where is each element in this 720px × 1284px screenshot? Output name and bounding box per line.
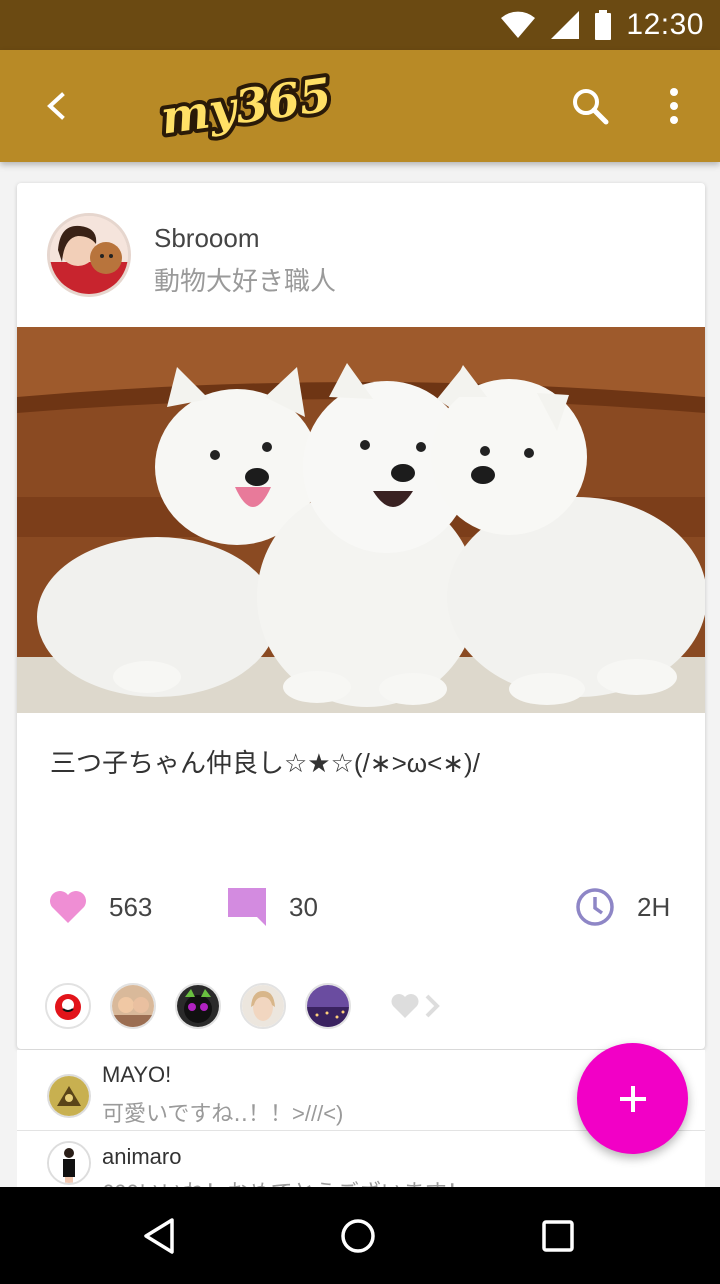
post-card: Sbrooom 動物大好き職人 三つ子ちゃん仲良し☆★☆(/∗>ω<∗)/ 56… (17, 183, 705, 1049)
more-options-button[interactable] (648, 78, 700, 134)
comment-text: 600いいね！おめでとうございます！ (102, 1175, 469, 1187)
nav-recents-icon (542, 1220, 574, 1252)
like-count: 563 (109, 891, 153, 922)
app-bar: my365 (0, 50, 720, 162)
nav-back-icon (144, 1218, 174, 1254)
liker-avatar[interactable] (175, 983, 221, 1029)
status-time: 12:30 (626, 8, 704, 41)
status-bar: 12:30 (0, 0, 720, 50)
author-title: 動物大好き職人 (154, 266, 337, 296)
battery-icon (595, 10, 612, 40)
likers-row (45, 983, 440, 1029)
liker-avatar[interactable] (45, 983, 91, 1029)
nav-home-icon (341, 1219, 375, 1253)
comment-author[interactable]: MAYO! (102, 1062, 171, 1088)
svg-text:my365: my365 (157, 67, 334, 144)
post-caption: 三つ子ちゃん仲良し☆★☆(/∗>ω<∗)/ (50, 748, 480, 778)
comment-icon (228, 888, 266, 926)
comment-author[interactable]: animaro (102, 1144, 181, 1170)
wifi-icon (501, 11, 536, 38)
author-avatar[interactable] (47, 213, 131, 297)
add-post-button[interactable] (577, 1043, 688, 1154)
liker-avatar[interactable] (240, 983, 286, 1029)
nav-home-button[interactable] (333, 1211, 383, 1261)
search-button[interactable] (562, 78, 618, 134)
chevron-right-icon (425, 994, 440, 1018)
more-likers-button[interactable] (390, 993, 440, 1019)
like-button[interactable]: 563 (49, 883, 152, 931)
back-button[interactable] (28, 76, 84, 136)
plus-icon (619, 1085, 646, 1112)
post-time: 2H (575, 883, 670, 931)
cell-signal-icon (551, 11, 580, 39)
clock-icon (576, 888, 614, 926)
heart-icon (50, 891, 86, 923)
liker-avatar[interactable] (305, 983, 351, 1029)
comment-avatar[interactable] (47, 1074, 91, 1118)
comment-count: 30 (289, 891, 318, 922)
search-icon (573, 89, 609, 125)
nav-back-button[interactable] (134, 1211, 184, 1261)
comment-button[interactable]: 30 (227, 883, 318, 931)
back-arrow-icon (47, 92, 65, 120)
system-nav-bar (0, 1187, 720, 1284)
comment-avatar[interactable] (47, 1141, 91, 1185)
more-vertical-icon (670, 88, 678, 124)
post-photo[interactable] (17, 327, 705, 713)
nav-recents-button[interactable] (533, 1211, 583, 1261)
screen: 12:30 my365 Sbrooom 動物大好き職人 三つ子ちゃん仲良し☆★☆… (0, 0, 720, 1284)
liker-avatar[interactable] (110, 983, 156, 1029)
time-ago: 2H (637, 891, 671, 922)
heart-outline-icon (391, 994, 419, 1018)
my365-logo[interactable]: my365 (146, 64, 346, 148)
comment-text: 可愛いですね‥！！>///<) (102, 1101, 344, 1126)
author-name[interactable]: Sbrooom (154, 223, 260, 254)
